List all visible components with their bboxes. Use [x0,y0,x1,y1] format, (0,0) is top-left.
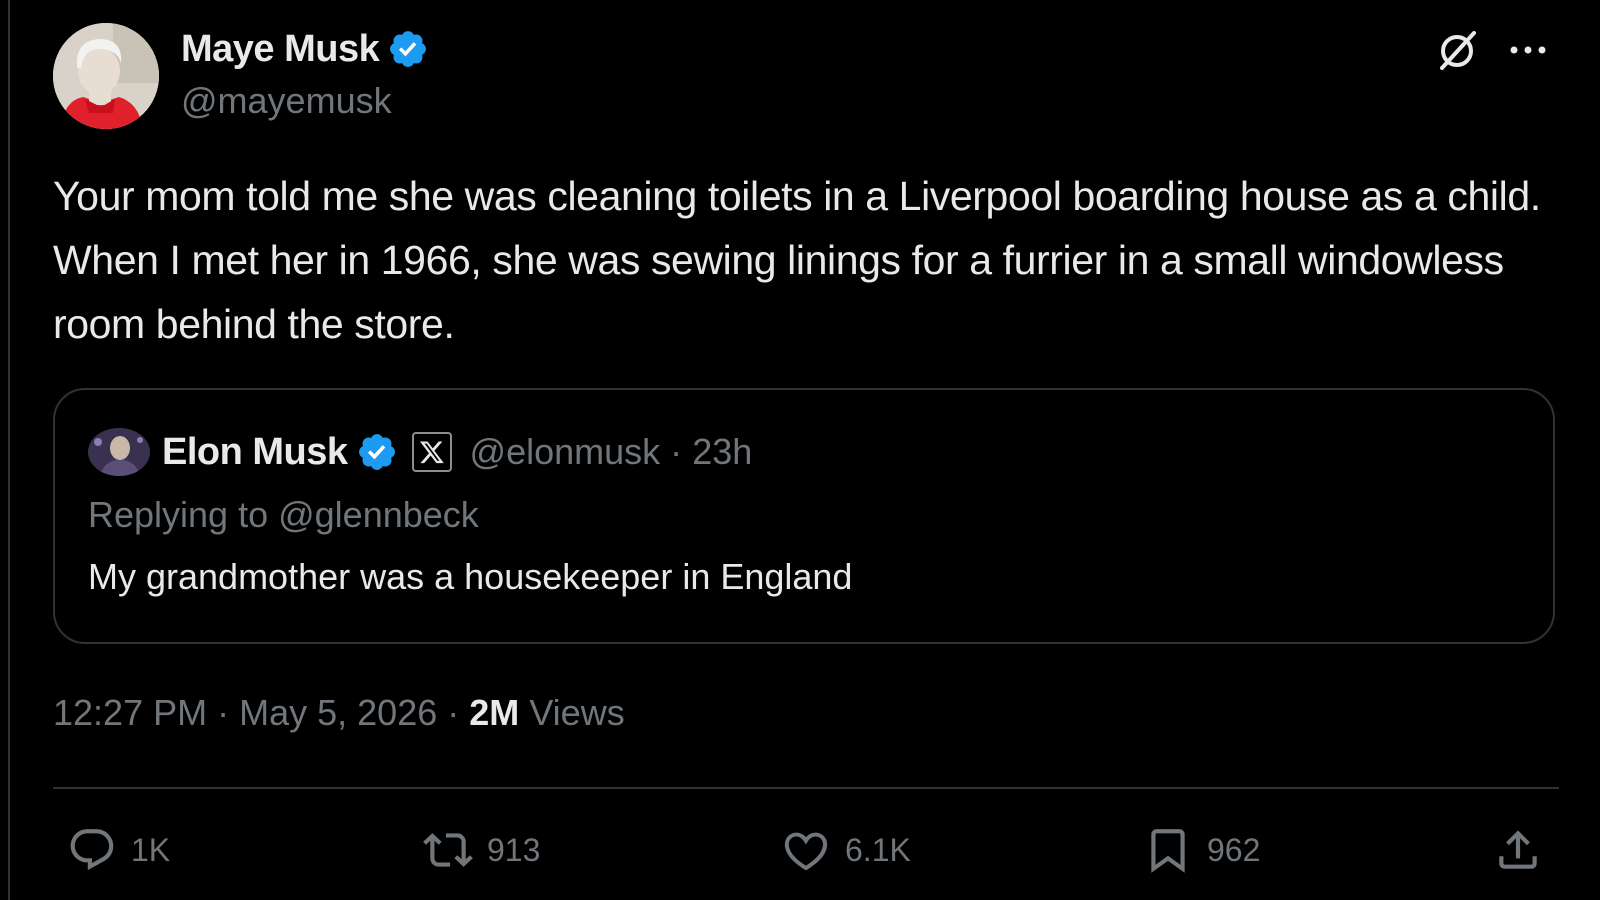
bookmark-count: 962 [1207,831,1261,868]
quoted-handle-and-age: @elonmusk · 23h [470,431,753,473]
author-avatar[interactable] [53,23,159,129]
author-handle[interactable]: @mayemusk [181,80,392,122]
author-name[interactable]: Maye Musk [181,28,380,71]
share-icon [1499,830,1537,869]
tweet-actions-bar: 1K 913 6.1K 962 [53,820,1559,880]
views-label[interactable]: Views [529,692,624,734]
timeline-border [8,0,10,900]
quoted-age[interactable]: 23h [692,431,752,472]
verified-badge-icon [390,31,427,67]
repost-button[interactable]: 913 [423,820,540,880]
timestamp-separator: · [217,692,230,733]
quoted-tweet-card[interactable]: Elon Musk @elonmusk · 23h Replying to @g… [53,388,1555,644]
x-affiliate-badge-icon [411,432,452,472]
quoted-tweet-text: My grandmother was a housekeeper in Engl… [88,556,853,597]
tweet-timestamp-row: 12:27 PM · May 5, 2026 · 2M Views [53,692,625,734]
grok-icon[interactable] [1436,28,1480,72]
quoted-avatar-image [88,428,150,476]
tweet-date[interactable]: May 5, 2026 [239,692,437,734]
like-button[interactable]: 6.1K [781,820,911,880]
quoted-replying-to[interactable]: Replying to @glennbeck [88,494,479,536]
reply-button[interactable]: 1K [67,820,170,880]
reply-icon [70,829,114,871]
quoted-tweet-header: Elon Musk @elonmusk · 23h [88,428,752,476]
bookmark-button[interactable]: 962 [1143,820,1260,880]
more-options-icon[interactable] [1507,38,1549,62]
share-button[interactable] [1493,820,1557,880]
views-separator: · [447,692,460,733]
repost-count: 913 [487,831,541,868]
tweet-text: Your mom told me she was cleaning toilet… [53,173,1541,347]
avatar-image [53,23,159,129]
repost-icon [423,833,473,867]
heart-icon [784,832,828,871]
like-count: 6.1K [845,831,911,868]
quoted-handle[interactable]: @elonmusk [470,431,661,472]
tweet-time[interactable]: 12:27 PM [53,692,207,734]
author-name-row[interactable]: Maye Musk [181,26,429,72]
tweet: Maye Musk @mayemusk Your mom told me she… [53,0,1559,900]
views-count[interactable]: 2M [469,692,519,734]
divider [53,787,1559,789]
quoted-author-avatar[interactable] [88,428,150,476]
reply-count: 1K [131,831,171,868]
bookmark-icon [1151,829,1185,873]
quoted-verified-badge-icon [358,434,395,470]
quoted-author-name: Elon Musk [162,430,348,473]
quoted-separator: · [670,431,683,472]
